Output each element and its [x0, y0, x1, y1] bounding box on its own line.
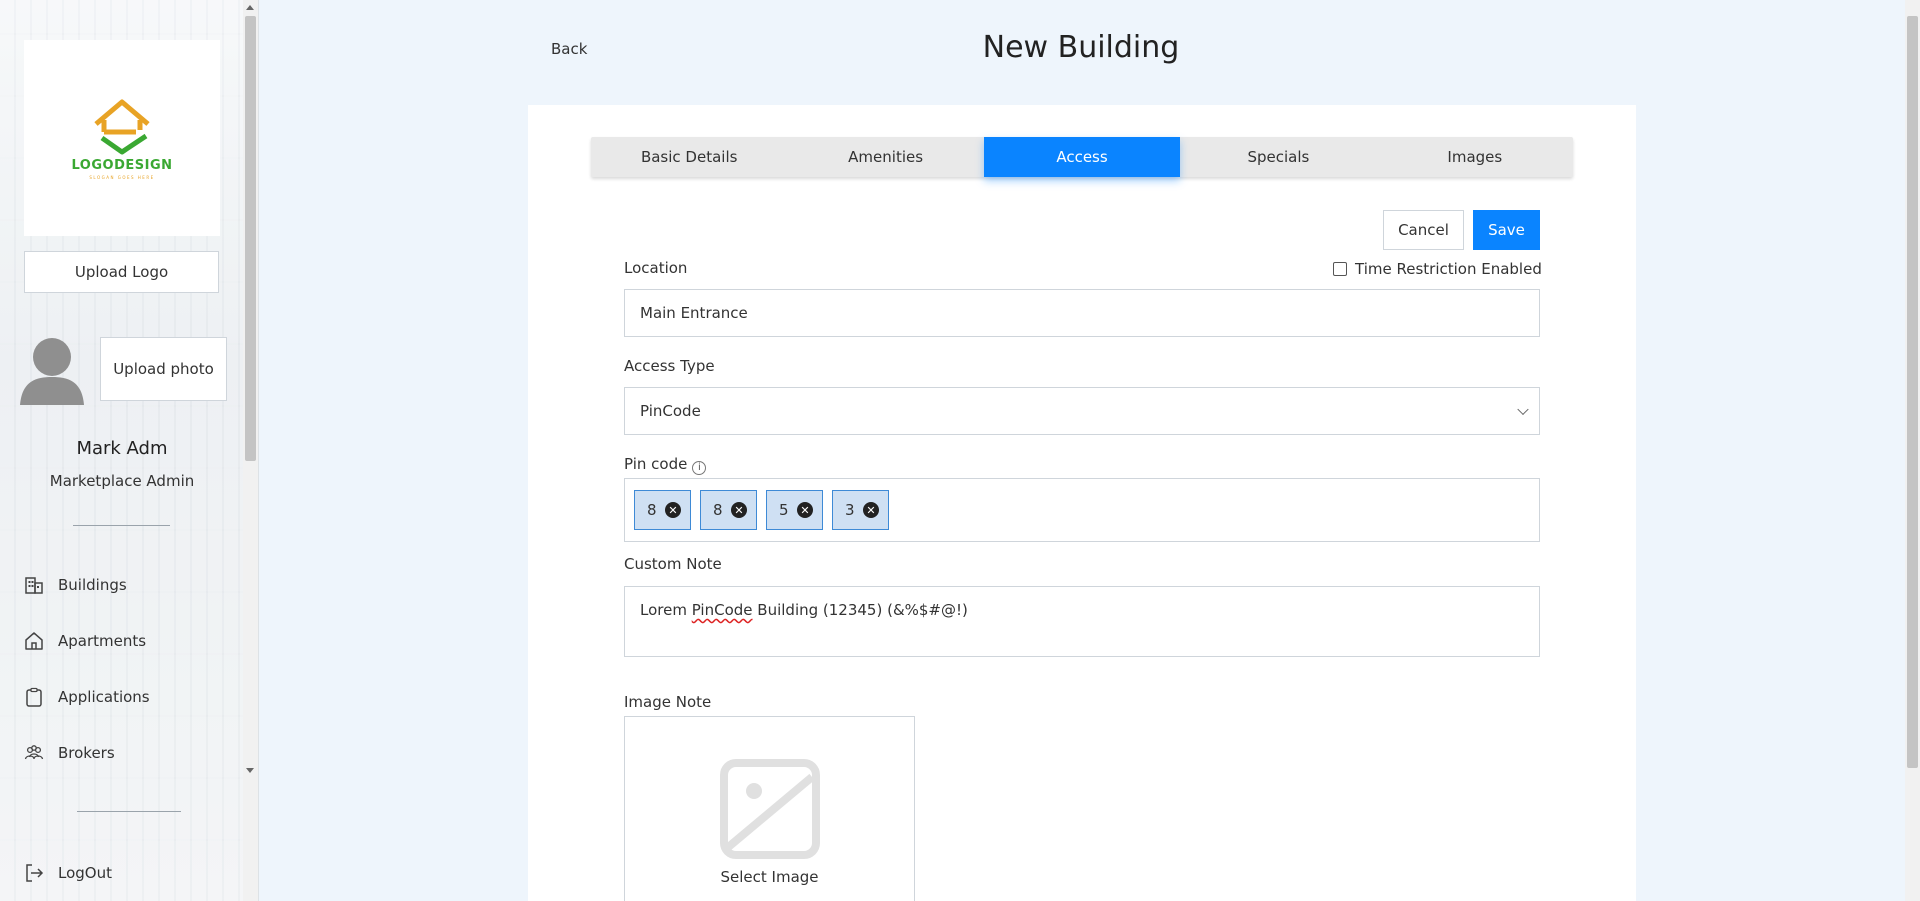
save-button[interactable]: Save — [1473, 210, 1540, 250]
tab-basic-details[interactable]: Basic Details — [591, 137, 787, 177]
logout-button[interactable]: LogOut — [24, 859, 112, 887]
sidebar-item-label: Brokers — [58, 744, 115, 762]
pin-code-label: Pin code i — [624, 455, 707, 475]
time-restriction-checkbox[interactable] — [1333, 262, 1347, 276]
page-title: New Building — [982, 30, 1180, 65]
logout-label: LogOut — [58, 864, 112, 882]
main-scrollbar[interactable] — [1905, 0, 1920, 901]
sidebar-divider — [77, 811, 181, 812]
custom-note-text-prefix: Lorem — [640, 601, 692, 619]
time-restriction-label: Time Restriction Enabled — [1355, 260, 1542, 278]
cancel-button[interactable]: Cancel — [1383, 210, 1464, 250]
sidebar: LOGODESIGN SLOGAN GOES HERE Upload Logo … — [0, 0, 259, 901]
sidebar-item-label: Applications — [58, 688, 150, 706]
remove-chip-icon[interactable]: ✕ — [797, 502, 813, 518]
main-scroll-thumb[interactable] — [1907, 16, 1918, 768]
select-image-label: Select Image — [720, 868, 819, 886]
sidebar-divider — [73, 525, 170, 526]
sidebar-item-buildings[interactable]: Buildings — [24, 571, 127, 599]
people-icon — [24, 745, 44, 760]
location-label: Location — [624, 259, 688, 277]
access-type-label: Access Type — [624, 357, 715, 375]
company-logo: LOGODESIGN SLOGAN GOES HERE — [24, 40, 220, 236]
info-icon[interactable]: i — [692, 460, 707, 475]
user-role: Marketplace Admin — [49, 472, 195, 490]
sidebar-item-brokers[interactable]: Brokers — [24, 739, 115, 767]
scroll-down-arrow-icon[interactable] — [246, 768, 254, 773]
image-note-label: Image Note — [624, 693, 712, 711]
remove-chip-icon[interactable]: ✕ — [731, 502, 747, 518]
tab-access[interactable]: Access — [983, 137, 1181, 177]
pin-digit-chip: 5 ✕ — [766, 490, 823, 530]
sidebar-scrollbar[interactable] — [243, 0, 258, 901]
time-restriction-toggle[interactable]: Time Restriction Enabled — [1333, 260, 1542, 278]
tab-images[interactable]: Images — [1377, 137, 1573, 177]
tab-amenities[interactable]: Amenities — [787, 137, 983, 177]
sidebar-item-apartments[interactable]: Apartments — [24, 627, 146, 655]
tab-specials[interactable]: Specials — [1180, 137, 1376, 177]
image-upload-dropzone[interactable]: Select Image — [624, 716, 915, 901]
pin-digit-chip: 8 ✕ — [700, 490, 757, 530]
custom-note-label: Custom Note — [624, 555, 722, 573]
image-placeholder-icon — [720, 759, 820, 859]
sidebar-item-label: Apartments — [58, 632, 147, 650]
pin-digit: 5 — [779, 501, 789, 519]
pin-digit: 3 — [845, 501, 855, 519]
upload-logo-button[interactable]: Upload Logo — [24, 251, 219, 293]
sidebar-scroll-thumb[interactable] — [245, 16, 256, 461]
user-name: Mark Adm — [76, 438, 168, 459]
home-icon — [25, 632, 43, 650]
location-field[interactable]: Main Entrance — [624, 289, 1540, 337]
chevron-down-icon — [1517, 403, 1529, 416]
access-type-select[interactable]: PinCode — [624, 387, 1540, 435]
remove-chip-icon[interactable]: ✕ — [665, 502, 681, 518]
custom-note-text-suffix: Building (12345) (&%$#@!) — [752, 601, 968, 619]
clipboard-icon — [26, 687, 42, 707]
sidebar-item-applications[interactable]: Applications — [24, 683, 150, 711]
remove-chip-icon[interactable]: ✕ — [863, 502, 879, 518]
sidebar-item-label: Buildings — [58, 576, 127, 594]
pin-digit-chip: 8 ✕ — [634, 490, 691, 530]
logo-house-icon — [94, 99, 150, 155]
scroll-up-arrow-icon[interactable] — [246, 5, 254, 10]
custom-note-misspelled-word: PinCode — [691, 601, 753, 619]
custom-note-textarea[interactable]: Lorem PinCode Building (12345) (&%$#@!) — [624, 586, 1540, 657]
upload-photo-button[interactable]: Upload photo — [100, 337, 227, 401]
logo-text: LOGODESIGN — [71, 158, 173, 173]
pin-code-input[interactable]: 8 ✕ 8 ✕ 5 ✕ 3 ✕ — [624, 478, 1540, 542]
pin-code-label-text: Pin code — [624, 455, 688, 473]
logout-icon — [26, 864, 44, 882]
access-type-value: PinCode — [640, 402, 701, 420]
pin-digit-chip: 3 ✕ — [832, 490, 889, 530]
location-value: Main Entrance — [640, 304, 748, 322]
avatar — [20, 338, 84, 405]
logo-slogan: SLOGAN GOES HERE — [89, 175, 155, 180]
pin-digit: 8 — [647, 501, 657, 519]
pin-digit: 8 — [713, 501, 723, 519]
buildings-icon — [25, 577, 43, 594]
tab-bar: Basic Details Amenities Access Specials … — [591, 137, 1573, 177]
